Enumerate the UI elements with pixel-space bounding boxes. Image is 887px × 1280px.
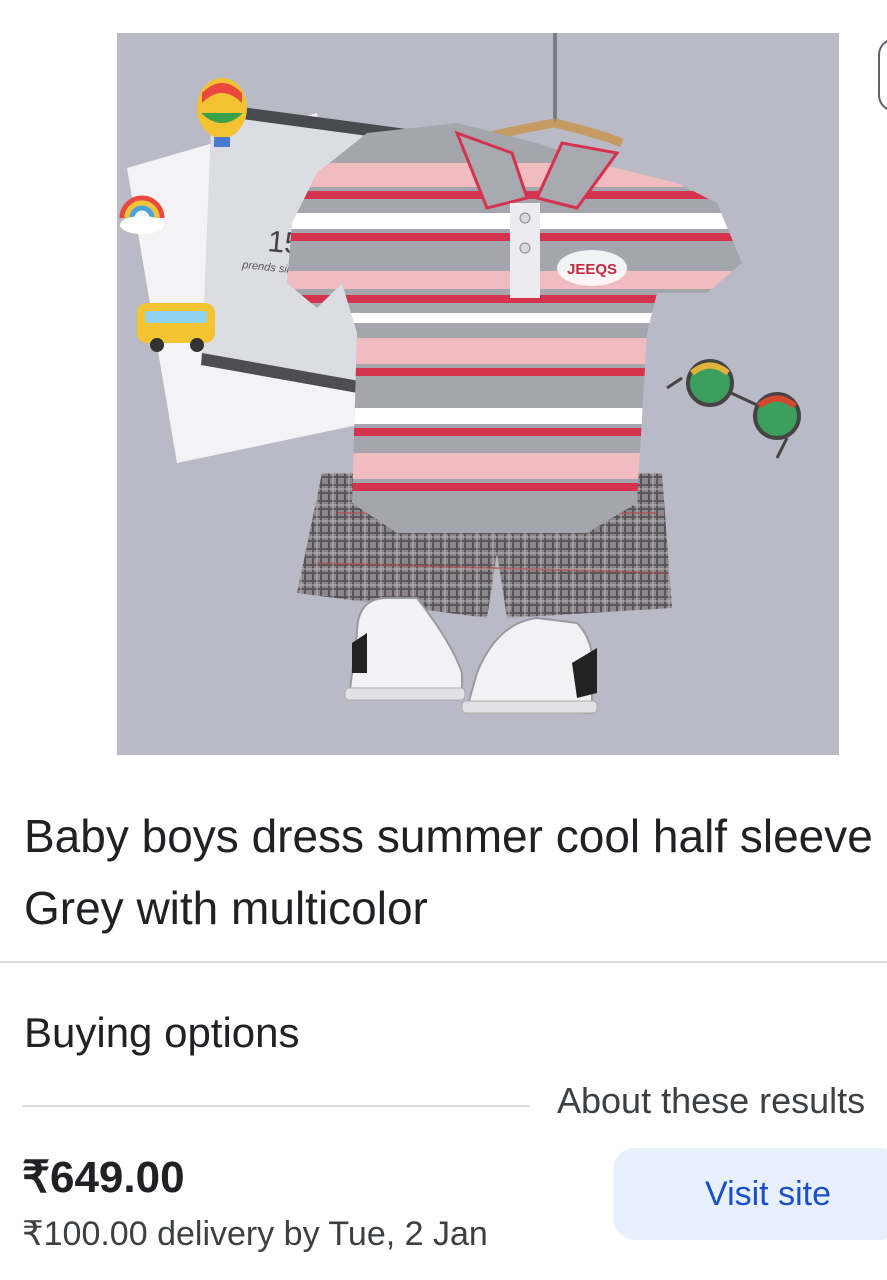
carousel-next-button[interactable] [878, 38, 887, 112]
price: ₹649.00 [22, 1153, 185, 1202]
about-these-results-link[interactable]: About these results [557, 1078, 865, 1124]
visit-site-button[interactable]: Visit site [613, 1148, 887, 1240]
shirt-badge: JEEQS [567, 261, 617, 278]
delivery-info: ₹100.00 delivery by Tue, 2 Jan [22, 1215, 488, 1253]
divider [22, 1105, 530, 1107]
product-title: Baby boys dress summer cool half sleeve … [24, 810, 873, 934]
buying-options-heading: Buying options [24, 1009, 300, 1056]
rainbow-sticker [119, 195, 165, 234]
divider [0, 961, 887, 963]
product-image[interactable]: 15 6 prends simple [117, 33, 839, 755]
sunglasses [666, 359, 801, 459]
